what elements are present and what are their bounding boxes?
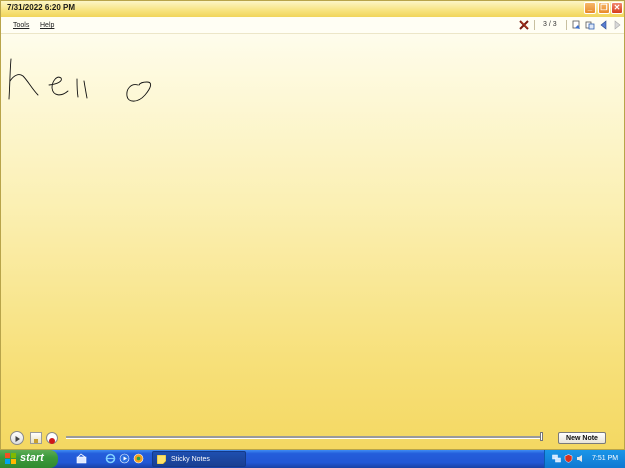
close-button[interactable]: ✕	[611, 2, 623, 14]
playback-slider-thumb[interactable]	[540, 432, 543, 441]
paste-note-icon[interactable]	[585, 20, 595, 30]
windows-media-player-icon[interactable]	[119, 453, 130, 464]
delete-note-icon[interactable]	[519, 20, 529, 30]
playback-bar	[1, 429, 624, 449]
copy-note-icon[interactable]	[572, 20, 582, 30]
network-icon[interactable]	[552, 454, 561, 463]
handwritten-ink-hello[interactable]	[1, 51, 171, 111]
start-button[interactable]: start	[0, 450, 58, 468]
next-note-icon[interactable]	[612, 20, 622, 30]
title-bar[interactable]: 7/31/2022 6:20 PM _ ❐ ✕	[1, 1, 624, 18]
toolbar-separator	[534, 20, 535, 30]
menu-bar	[1, 17, 624, 34]
record-icon	[49, 438, 55, 444]
internet-explorer-icon[interactable]	[105, 453, 116, 464]
windows-flag-icon	[5, 453, 16, 464]
maximize-icon: ❐	[600, 3, 608, 12]
play-icon	[15, 436, 20, 442]
sticky-notes-window: 7/31/2022 6:20 PM _ ❐ ✕ Tools Help 3 / 3	[0, 0, 625, 450]
messenger-icon[interactable]	[133, 453, 144, 464]
playback-slider-track[interactable]	[66, 436, 542, 439]
window-title: 7/31/2022 6:20 PM	[7, 3, 76, 12]
minimize-button[interactable]: _	[584, 2, 596, 14]
clock[interactable]: 7:51 PM	[592, 455, 618, 462]
taskbar-item-sticky-notes[interactable]: Sticky Notes	[152, 451, 246, 467]
taskbar: start Sticky Notes 7:51 PM	[0, 450, 625, 468]
maximize-button[interactable]: ❐	[598, 2, 610, 14]
show-desktop-icon[interactable]	[76, 453, 87, 464]
note-counter: 3 / 3	[543, 21, 557, 28]
menu-help[interactable]: Help	[40, 22, 54, 29]
volume-icon[interactable]	[576, 454, 585, 463]
minimize-icon: _	[587, 3, 593, 12]
system-tray: 7:51 PM	[544, 450, 625, 468]
stop-icon	[34, 439, 38, 443]
record-button[interactable]	[46, 432, 58, 444]
taskbar-item-label: Sticky Notes	[171, 456, 210, 463]
close-icon: ✕	[613, 3, 621, 12]
sticky-note-icon	[157, 455, 166, 464]
toolbar-separator	[566, 20, 567, 30]
start-label: start	[20, 452, 44, 464]
new-note-button[interactable]: New Note	[558, 432, 606, 444]
play-button[interactable]	[10, 431, 24, 445]
stop-button[interactable]	[30, 432, 42, 444]
security-shield-icon[interactable]	[564, 454, 573, 463]
menu-tools[interactable]: Tools	[13, 22, 29, 29]
previous-note-icon[interactable]	[599, 20, 609, 30]
